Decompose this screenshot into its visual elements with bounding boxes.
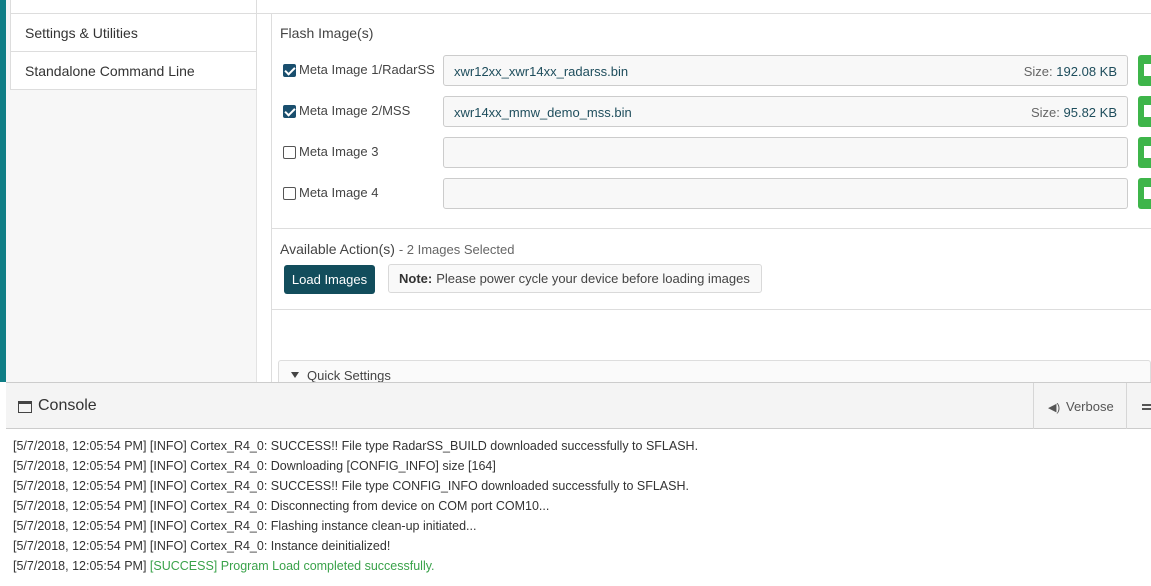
console-line: [5/7/2018, 12:05:54 PM] [INFO] Cortex_R4… <box>13 519 477 533</box>
console-line: [5/7/2018, 12:05:54 PM] [INFO] Cortex_R4… <box>13 439 699 453</box>
quick-settings-panel[interactable]: Quick Settings <box>278 360 1151 383</box>
meta-image-checkbox[interactable] <box>283 146 296 159</box>
meta-image-label: Meta Image 1/RadarSS <box>299 62 435 77</box>
browse-button[interactable] <box>1138 96 1151 127</box>
file-size: Size: 95.82 KB <box>1031 105 1117 120</box>
left-nav-panel: Settings & Utilities Standalone Command … <box>0 0 257 382</box>
meta-image-file-field[interactable] <box>443 137 1128 168</box>
folder-icon <box>1144 64 1151 76</box>
meta-image-row: Meta Image 2/MSS xwr14xx_mmw_demo_mss.bi… <box>280 96 1151 128</box>
file-size: Size: 192.08 KB <box>1024 64 1117 79</box>
size-value: 192.08 KB <box>1056 64 1117 79</box>
flash-images-title: Flash Image(s) <box>280 25 374 41</box>
power-cycle-note: Note: Please power cycle your device befo… <box>388 264 762 293</box>
meta-image-row: Meta Image 3 <box>280 137 1151 169</box>
console-line: [5/7/2018, 12:05:54 PM] [INFO] Cortex_R4… <box>13 499 550 513</box>
divider <box>272 228 1151 229</box>
divider <box>271 14 272 382</box>
browse-button[interactable] <box>1138 55 1151 86</box>
actions-title-text: Available Action(s) <box>280 241 395 257</box>
main-content: Flash Image(s) Meta Image 1/RadarSS xwr1… <box>257 0 1151 383</box>
console-line: [5/7/2018, 12:05:54 PM] [SUCCESS] Progra… <box>13 559 435 573</box>
available-actions-title: Available Action(s) - 2 Images Selected <box>280 241 514 257</box>
folder-icon <box>1144 187 1151 199</box>
menu-icon <box>1142 404 1151 406</box>
file-name: xwr14xx_mmw_demo_mss.bin <box>454 105 632 120</box>
browse-button[interactable] <box>1138 178 1151 209</box>
quick-settings-label: Quick Settings <box>307 368 391 383</box>
note-label: Note: <box>399 271 433 286</box>
console-header: Console ◀) Verbose <box>6 382 1151 429</box>
browse-button[interactable] <box>1138 137 1151 168</box>
console-line: [5/7/2018, 12:05:54 PM] [INFO] Cortex_R4… <box>13 539 391 553</box>
divider <box>272 309 1151 310</box>
note-text: Please power cycle your device before lo… <box>436 271 750 286</box>
meta-image-checkbox[interactable] <box>283 187 296 200</box>
meta-image-row: Meta Image 1/RadarSS xwr12xx_xwr14xx_rad… <box>280 55 1151 87</box>
meta-image-label: Meta Image 3 <box>299 144 379 159</box>
speaker-icon: ◀) <box>1048 402 1061 414</box>
selected-count: - 2 Images Selected <box>398 242 515 257</box>
window-icon <box>18 401 32 413</box>
meta-image-row: Meta Image 4 <box>280 178 1151 210</box>
console-log[interactable]: [5/7/2018, 12:05:54 PM] [INFO] Cortex_R4… <box>6 429 1151 586</box>
success-message: [SUCCESS] Program Load completed success… <box>149 559 435 573</box>
meta-image-file-field[interactable]: xwr12xx_xwr14xx_radarss.bin Size: 192.08… <box>443 55 1128 86</box>
caret-down-icon <box>291 372 299 378</box>
size-prefix: Size: <box>1030 105 1060 120</box>
folder-icon <box>1144 105 1151 117</box>
sidebar-item-settings-utilities[interactable]: Settings & Utilities <box>10 13 257 52</box>
file-name: xwr12xx_xwr14xx_radarss.bin <box>454 64 629 79</box>
verbose-label: Verbose <box>1066 399 1114 414</box>
nav-active-accent <box>0 0 6 382</box>
sidebar-item-flash[interactable] <box>10 0 257 14</box>
meta-image-file-field[interactable]: xwr14xx_mmw_demo_mss.bin Size: 95.82 KB <box>443 96 1128 127</box>
meta-image-checkbox[interactable] <box>283 105 296 118</box>
verbose-button[interactable]: ◀) Verbose <box>1033 383 1126 429</box>
load-images-button[interactable]: Load Images <box>284 265 375 294</box>
size-prefix: Size: <box>1023 64 1053 79</box>
meta-image-checkbox[interactable] <box>283 64 296 77</box>
console-line: [5/7/2018, 12:05:54 PM] [INFO] Cortex_R4… <box>13 479 689 493</box>
console-title: Console <box>38 397 97 414</box>
size-value: 95.82 KB <box>1063 105 1118 120</box>
console-menu-button[interactable] <box>1126 383 1151 429</box>
sidebar-item-standalone-command-line[interactable]: Standalone Command Line <box>10 51 257 90</box>
meta-image-label: Meta Image 4 <box>299 185 379 200</box>
folder-icon <box>1144 146 1151 158</box>
meta-image-file-field[interactable] <box>443 178 1128 209</box>
meta-image-label: Meta Image 2/MSS <box>299 103 411 118</box>
top-tab-strip <box>257 0 1151 14</box>
console-line: [5/7/2018, 12:05:54 PM] [INFO] Cortex_R4… <box>13 459 496 473</box>
